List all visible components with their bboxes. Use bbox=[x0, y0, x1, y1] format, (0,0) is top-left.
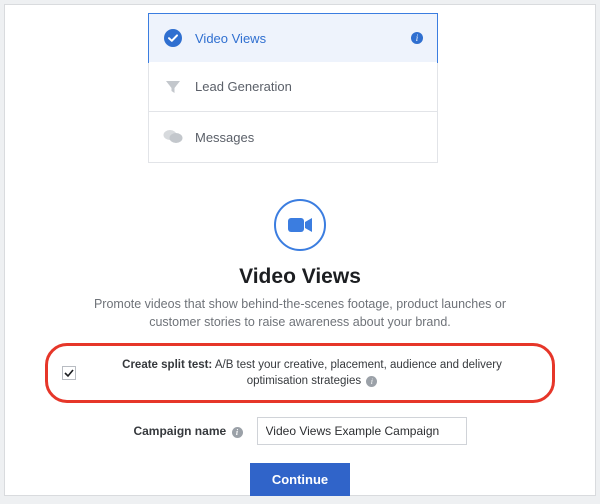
split-test-rest: A/B test your creative, placement, audie… bbox=[212, 359, 502, 387]
objective-detail: Video Views Promote videos that show beh… bbox=[5, 199, 595, 331]
objective-messages[interactable]: Messages bbox=[149, 112, 437, 162]
messages-icon bbox=[163, 127, 183, 147]
info-icon[interactable]: i bbox=[411, 32, 423, 44]
split-test-bold: Create split test: bbox=[122, 359, 212, 371]
objective-video-views[interactable]: Video Views i bbox=[148, 13, 438, 63]
objective-lead-generation[interactable]: Lead Generation bbox=[149, 62, 437, 112]
info-icon[interactable]: i bbox=[232, 427, 243, 438]
detail-title: Video Views bbox=[53, 265, 547, 289]
continue-button[interactable]: Continue bbox=[250, 463, 350, 496]
info-icon[interactable]: i bbox=[366, 376, 377, 387]
ad-objective-panel: Video Views i Lead Generation Messages V… bbox=[4, 4, 596, 496]
objective-list: Video Views i Lead Generation Messages bbox=[148, 13, 438, 163]
campaign-name-row: Campaign name i bbox=[5, 417, 595, 445]
split-test-checkbox[interactable] bbox=[62, 366, 76, 380]
objective-label: Video Views bbox=[195, 31, 266, 46]
detail-subtitle: Promote videos that show behind-the-scen… bbox=[70, 295, 530, 331]
video-views-hero-icon bbox=[274, 199, 326, 251]
campaign-name-label: Campaign name i bbox=[133, 424, 242, 438]
split-test-callout: Create split test: A/B test your creativ… bbox=[45, 343, 555, 403]
check-circle-icon bbox=[163, 28, 183, 48]
objective-label: Lead Generation bbox=[195, 79, 292, 94]
funnel-icon bbox=[163, 77, 183, 97]
split-test-text: Create split test: A/B test your creativ… bbox=[90, 357, 534, 389]
objective-label: Messages bbox=[195, 130, 254, 145]
campaign-name-input[interactable] bbox=[257, 417, 467, 445]
